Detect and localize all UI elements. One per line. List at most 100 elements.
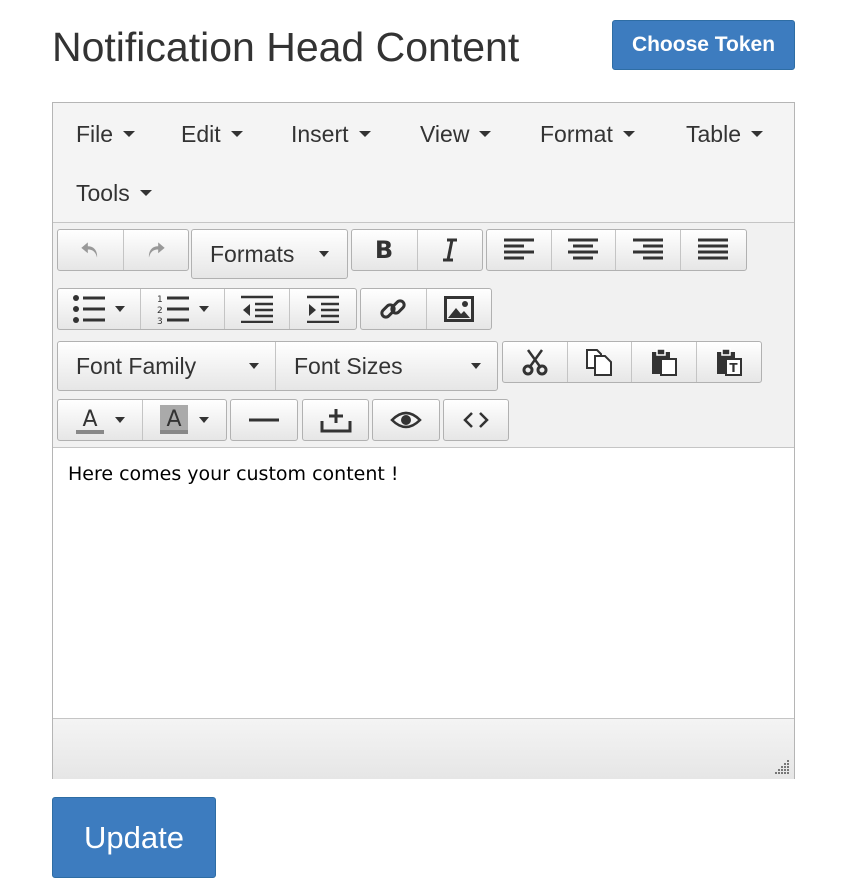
redo-icon [148, 242, 165, 258]
resize-handle-icon[interactable] [774, 759, 790, 775]
bold-button[interactable]: B [352, 230, 418, 270]
image-icon [443, 296, 474, 322]
undo-button[interactable] [58, 230, 124, 270]
editor-content-area[interactable]: Here comes your custom content ! [53, 448, 794, 718]
justify-icon [698, 238, 729, 260]
svg-text:T: T [729, 361, 738, 375]
menu-format-label: Format [540, 120, 613, 147]
menu-insert[interactable]: Insert [291, 114, 371, 154]
cut-button[interactable] [503, 342, 568, 382]
menu-format[interactable]: Format [540, 114, 635, 154]
source-code-button[interactable] [444, 400, 508, 440]
paste-button[interactable] [632, 342, 697, 382]
chevron-down-icon [471, 363, 481, 369]
font-group: Font Family Font Sizes [57, 341, 498, 391]
align-right-icon [632, 238, 663, 260]
font-sizes-select[interactable]: Font Sizes [276, 342, 497, 390]
chevron-down-icon [249, 363, 259, 369]
paste-text-icon: T [716, 348, 742, 376]
outdent-icon [241, 295, 274, 323]
source-code-icon [463, 412, 489, 428]
insert-group [360, 288, 492, 330]
formats-dropdown[interactable]: Formats [192, 230, 347, 278]
font-family-label: Font Family [76, 352, 197, 379]
formats-group: Formats [191, 229, 348, 279]
italic-button[interactable] [418, 230, 483, 270]
justify-button[interactable] [681, 230, 746, 270]
svg-text:A: A [167, 407, 182, 432]
menu-table[interactable]: Table [686, 114, 763, 154]
preview-group [372, 399, 440, 441]
chevron-down-icon [230, 131, 243, 137]
bullet-list-button[interactable] [58, 289, 142, 329]
indent-icon [307, 295, 340, 323]
menu-view[interactable]: View [420, 114, 492, 154]
editor-statusbar [53, 718, 794, 779]
horizontal-rule-button[interactable] [231, 400, 297, 440]
font-sizes-label: Font Sizes [294, 352, 403, 379]
font-family-select[interactable]: Font Family [58, 342, 276, 390]
copy-button[interactable] [568, 342, 632, 382]
chevron-down-icon [139, 190, 152, 196]
chevron-down-icon [123, 131, 136, 137]
svg-text:3: 3 [157, 317, 163, 324]
menu-insert-label: Insert [291, 120, 349, 147]
indent-button[interactable] [290, 289, 356, 329]
link-button[interactable] [361, 289, 427, 329]
preview-button[interactable] [373, 400, 439, 440]
rich-text-editor: File Edit Insert View Format Table Tools [52, 102, 795, 779]
menu-file-label: File [76, 120, 114, 147]
chevron-down-icon [114, 417, 125, 423]
copy-icon [586, 349, 613, 376]
menu-file[interactable]: File [76, 114, 136, 154]
preview-icon [390, 411, 422, 429]
chevron-down-icon [622, 131, 635, 137]
numbered-list-icon: 123 [157, 295, 189, 324]
choose-token-button[interactable]: Choose Token [612, 20, 795, 70]
redo-button[interactable] [124, 230, 189, 270]
menu-edit-label: Edit [181, 120, 221, 147]
text-color-button[interactable]: A [58, 400, 143, 440]
svg-text:B: B [375, 237, 393, 263]
background-color-button[interactable]: A [143, 400, 227, 440]
update-button[interactable]: Update [52, 797, 216, 878]
svg-text:2: 2 [157, 306, 163, 316]
chevron-down-icon [199, 417, 210, 423]
image-button[interactable] [427, 289, 492, 329]
paste-text-button[interactable]: T [697, 342, 762, 382]
menu-tools-label: Tools [76, 179, 130, 206]
editor-content-text[interactable]: Here comes your custom content ! [68, 463, 398, 485]
paste-icon [651, 348, 677, 376]
align-right-button[interactable] [616, 230, 681, 270]
color-group: A A [57, 399, 227, 441]
align-center-icon [568, 238, 599, 260]
align-center-button[interactable] [552, 230, 616, 270]
insert-template-button[interactable] [303, 400, 368, 440]
chevron-down-icon [479, 131, 492, 137]
svg-text:1: 1 [157, 295, 163, 305]
undo-icon [81, 242, 98, 258]
align-left-icon [503, 238, 534, 260]
italic-icon [442, 238, 457, 262]
editor-menubar: File Edit Insert View Format Table Tools [53, 103, 794, 223]
menu-view-label: View [420, 120, 470, 147]
svg-text:A: A [82, 407, 97, 432]
outdent-button[interactable] [225, 289, 291, 329]
editor-toolbar: Formats B 1 2 3 Font Family Font Sizes T… [53, 223, 794, 448]
numbered-list-button[interactable]: 123 [141, 289, 225, 329]
menu-tools[interactable]: Tools [76, 173, 152, 213]
align-left-button[interactable] [487, 230, 552, 270]
menu-table-label: Table [686, 120, 741, 147]
alignment-group [486, 229, 747, 271]
bold-icon: B [375, 237, 393, 263]
chevron-down-icon [750, 131, 763, 137]
history-group [57, 229, 189, 271]
chevron-down-icon [115, 306, 126, 312]
clipboard-group: T [502, 341, 762, 383]
menu-edit[interactable]: Edit [181, 114, 243, 154]
chevron-down-icon [358, 131, 371, 137]
hr-group [230, 399, 298, 441]
insert-template-icon [320, 409, 351, 433]
chevron-down-icon [319, 251, 329, 257]
bullet-list-icon [73, 295, 106, 323]
